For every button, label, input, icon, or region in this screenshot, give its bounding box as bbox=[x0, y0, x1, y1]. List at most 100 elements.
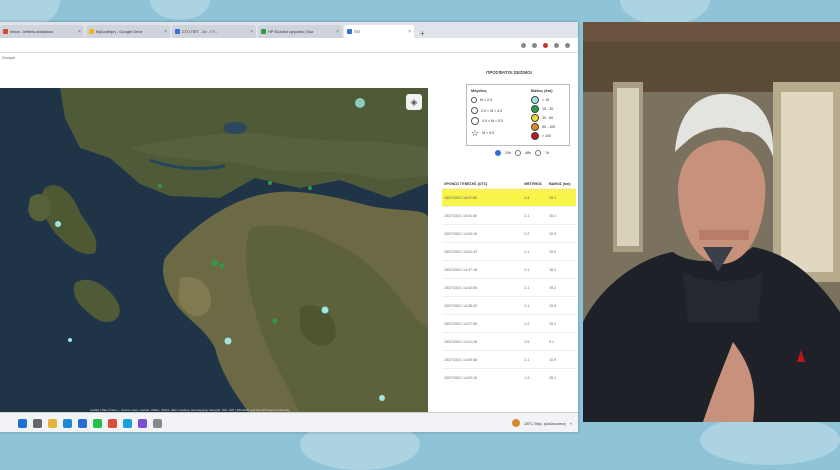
column-header-magnitude[interactable]: ΜΕΓΕΘΟΣ bbox=[522, 170, 547, 189]
star-icon: ☆ bbox=[471, 128, 480, 138]
star-icon[interactable] bbox=[532, 42, 537, 48]
legend-magnitude-item: ☆ M > 5.5 bbox=[471, 128, 495, 138]
table-row[interactable]: 15/07/2021 14:27:55 2.2 19.2 bbox=[442, 314, 576, 333]
cell-depth: 19.5 bbox=[547, 296, 576, 315]
table-row[interactable]: 15/07/2021 14:38:42 2.1 19.5 bbox=[442, 296, 576, 315]
new-tab-button[interactable]: + bbox=[416, 29, 429, 38]
close-icon[interactable]: × bbox=[164, 29, 167, 35]
whatsapp-icon[interactable] bbox=[93, 418, 102, 428]
windows-start-icon[interactable] bbox=[18, 418, 27, 428]
cell-time: 15/07/2021 14:38:42 bbox=[442, 296, 523, 315]
close-icon[interactable]: × bbox=[336, 29, 339, 35]
depth-color-dot bbox=[531, 132, 539, 140]
cell-time: 15/07/2021 14:53:19 bbox=[442, 224, 523, 243]
edge-icon[interactable] bbox=[63, 418, 72, 428]
table-row[interactable]: 15/07/2021 14:09:48 2.1 10.9 bbox=[442, 350, 576, 369]
cell-time: 15/07/2021 15:01:40 bbox=[442, 206, 523, 225]
map-satellite-tiles bbox=[0, 88, 428, 414]
cell-magnitude: 2.2 bbox=[522, 314, 548, 333]
table-row[interactable]: 15/07/2021 15:01:40 2.1 15.1 bbox=[442, 206, 576, 225]
browser-window: Inbox - lefteris.sfakianos × Βιβλιοθήκη -… bbox=[0, 22, 578, 432]
tab-favicon-icon bbox=[89, 29, 94, 34]
table-row[interactable]: 15/07/2021 14:53:19 2.2 10.9 bbox=[442, 224, 576, 243]
extension-icon[interactable] bbox=[543, 42, 548, 48]
earthquake-side-panel: ΠΡΟΣΦΑΤΟΙ ΣΕΙΣΜΟΙ Μέγεθος Βάθος (km) M <… bbox=[440, 64, 578, 424]
cell-time: 15/07/2021 14:42:05 bbox=[442, 278, 523, 297]
radio-48h[interactable] bbox=[515, 150, 521, 156]
cell-time: 15/07/2021 14:21:28 bbox=[442, 332, 523, 351]
tab-favicon-icon bbox=[175, 29, 180, 34]
cell-depth: 15.1 bbox=[547, 206, 576, 225]
browser-tab[interactable]: ΣΤΟ ΠΕΤ - Dr - ΓΥ... × bbox=[172, 25, 256, 38]
mail-icon[interactable] bbox=[78, 418, 87, 428]
legend-depth-header: Βάθος (km) bbox=[531, 88, 553, 93]
chrome-icon[interactable] bbox=[108, 418, 117, 428]
taskbar-tray: 28°C Μέρ. ηλιόλουστος ˄ bbox=[512, 419, 572, 427]
tab-favicon-icon bbox=[347, 29, 352, 34]
skype-icon[interactable] bbox=[123, 418, 132, 428]
cell-depth: 9.1 bbox=[547, 332, 576, 351]
address-bar[interactable] bbox=[0, 38, 578, 53]
cell-time: 15/07/2021 14:09:48 bbox=[442, 350, 523, 369]
circle-large-icon bbox=[471, 117, 479, 125]
table-row[interactable]: 15/07/2021 14:42:05 2.1 19.2 bbox=[442, 278, 576, 297]
page-subheader: Σεισμοί bbox=[2, 55, 16, 60]
search-icon[interactable] bbox=[33, 418, 42, 428]
table-row[interactable]: 15/07/2021 14:47:18 2.1 18.3 bbox=[442, 260, 576, 279]
depth-color-dot bbox=[531, 96, 539, 104]
cell-depth: 19.1 bbox=[547, 188, 576, 207]
column-header-depth[interactable]: ΒΑΘΟΣ (km) bbox=[547, 170, 576, 189]
column-header-time[interactable]: ΧΡΟΝΟΣ ΓΕΝΕΣΗΣ (UTC) bbox=[442, 170, 522, 189]
table-row[interactable]: 15/07/2021 14:21:28 2.6 9.1 bbox=[442, 332, 576, 351]
cell-time: 15/07/2021 14:47:18 bbox=[442, 260, 523, 279]
close-icon[interactable]: × bbox=[78, 29, 81, 35]
layers-icon: ◈ bbox=[410, 96, 418, 107]
photos-icon[interactable] bbox=[138, 418, 147, 428]
cell-magnitude: 2.1 bbox=[522, 350, 548, 369]
cell-magnitude: 2.2 bbox=[522, 224, 548, 243]
earthquake-map[interactable]: ◈ Leaflet | Tiles © Esri — Source: Esri,… bbox=[0, 88, 428, 414]
table-row[interactable]: 15/07/2021 14:02:15 1.9 15.1 bbox=[442, 368, 576, 386]
cell-magnitude: 1.9 bbox=[522, 368, 548, 386]
table-row[interactable]: 15/07/2021 14:51:43 2.1 19.0 bbox=[442, 242, 576, 261]
browser-tab[interactable]: Βιβλιοθήκη - Google Drive × bbox=[86, 25, 170, 38]
legend-depth-item: < 15 bbox=[531, 96, 549, 104]
cell-magnitude: 2.6 bbox=[522, 332, 548, 351]
close-icon[interactable]: × bbox=[250, 29, 253, 35]
webcam-person-image bbox=[583, 22, 840, 422]
close-icon[interactable]: × bbox=[408, 29, 411, 35]
cell-time: 15/07/2021 15:07:50 bbox=[442, 188, 523, 207]
legend-depth-item: 15 - 30 bbox=[531, 105, 553, 113]
app-icon[interactable] bbox=[153, 418, 162, 428]
radio-24h[interactable] bbox=[495, 150, 501, 156]
puzzle-icon[interactable] bbox=[554, 42, 559, 48]
share-icon[interactable] bbox=[521, 42, 526, 48]
legend-magnitude-header: Μέγεθος bbox=[471, 88, 487, 93]
legend-magnitude-item: 2.5 < M < 4.0 bbox=[471, 107, 502, 114]
browser-toolbar-icons bbox=[521, 42, 570, 48]
table-header-row: ΧΡΟΝΟΣ ΓΕΝΕΣΗΣ (UTC) ΜΕΓΕΘΟΣ ΒΑΘΟΣ (km) bbox=[442, 170, 576, 189]
radio-7d[interactable] bbox=[535, 150, 541, 156]
layers-button[interactable]: ◈ bbox=[406, 94, 422, 110]
file-explorer-icon[interactable] bbox=[48, 418, 57, 428]
legend-magnitude-item: M < 2.5 bbox=[471, 97, 492, 103]
profile-avatar-icon[interactable] bbox=[565, 42, 570, 48]
weather-icon[interactable] bbox=[512, 419, 521, 427]
cell-time: 15/07/2021 14:51:43 bbox=[442, 242, 523, 261]
depth-color-dot bbox=[531, 123, 539, 131]
circle-medium-icon bbox=[471, 107, 478, 114]
cell-time: 15/07/2021 14:02:15 bbox=[442, 368, 523, 386]
chevron-up-icon[interactable]: ˄ bbox=[570, 421, 572, 426]
cell-magnitude: 2.1 bbox=[522, 260, 548, 279]
browser-tab[interactable]: ΗΡ Ελλάδα εργασίες Όλα × bbox=[258, 25, 342, 38]
cell-magnitude: 2.1 bbox=[522, 296, 548, 315]
legend-depth-item: 30 - 60 bbox=[531, 114, 553, 122]
map-legend: Μέγεθος Βάθος (km) M < 2.5 2.5 < M < 4.0… bbox=[466, 84, 570, 146]
cell-magnitude: 2.1 bbox=[522, 242, 548, 261]
browser-tab[interactable]: Inbox - lefteris.sfakianos × bbox=[0, 25, 84, 38]
cell-depth: 18.3 bbox=[547, 260, 576, 279]
table-row[interactable]: 15/07/2021 15:07:50 2.4 19.1 bbox=[442, 188, 576, 207]
browser-tab-active[interactable]: ΓΕΙ × bbox=[344, 25, 414, 38]
cell-magnitude: 2.1 bbox=[522, 206, 548, 225]
weather-text[interactable]: 28°C Μέρ. ηλιόλουστος bbox=[524, 421, 565, 426]
